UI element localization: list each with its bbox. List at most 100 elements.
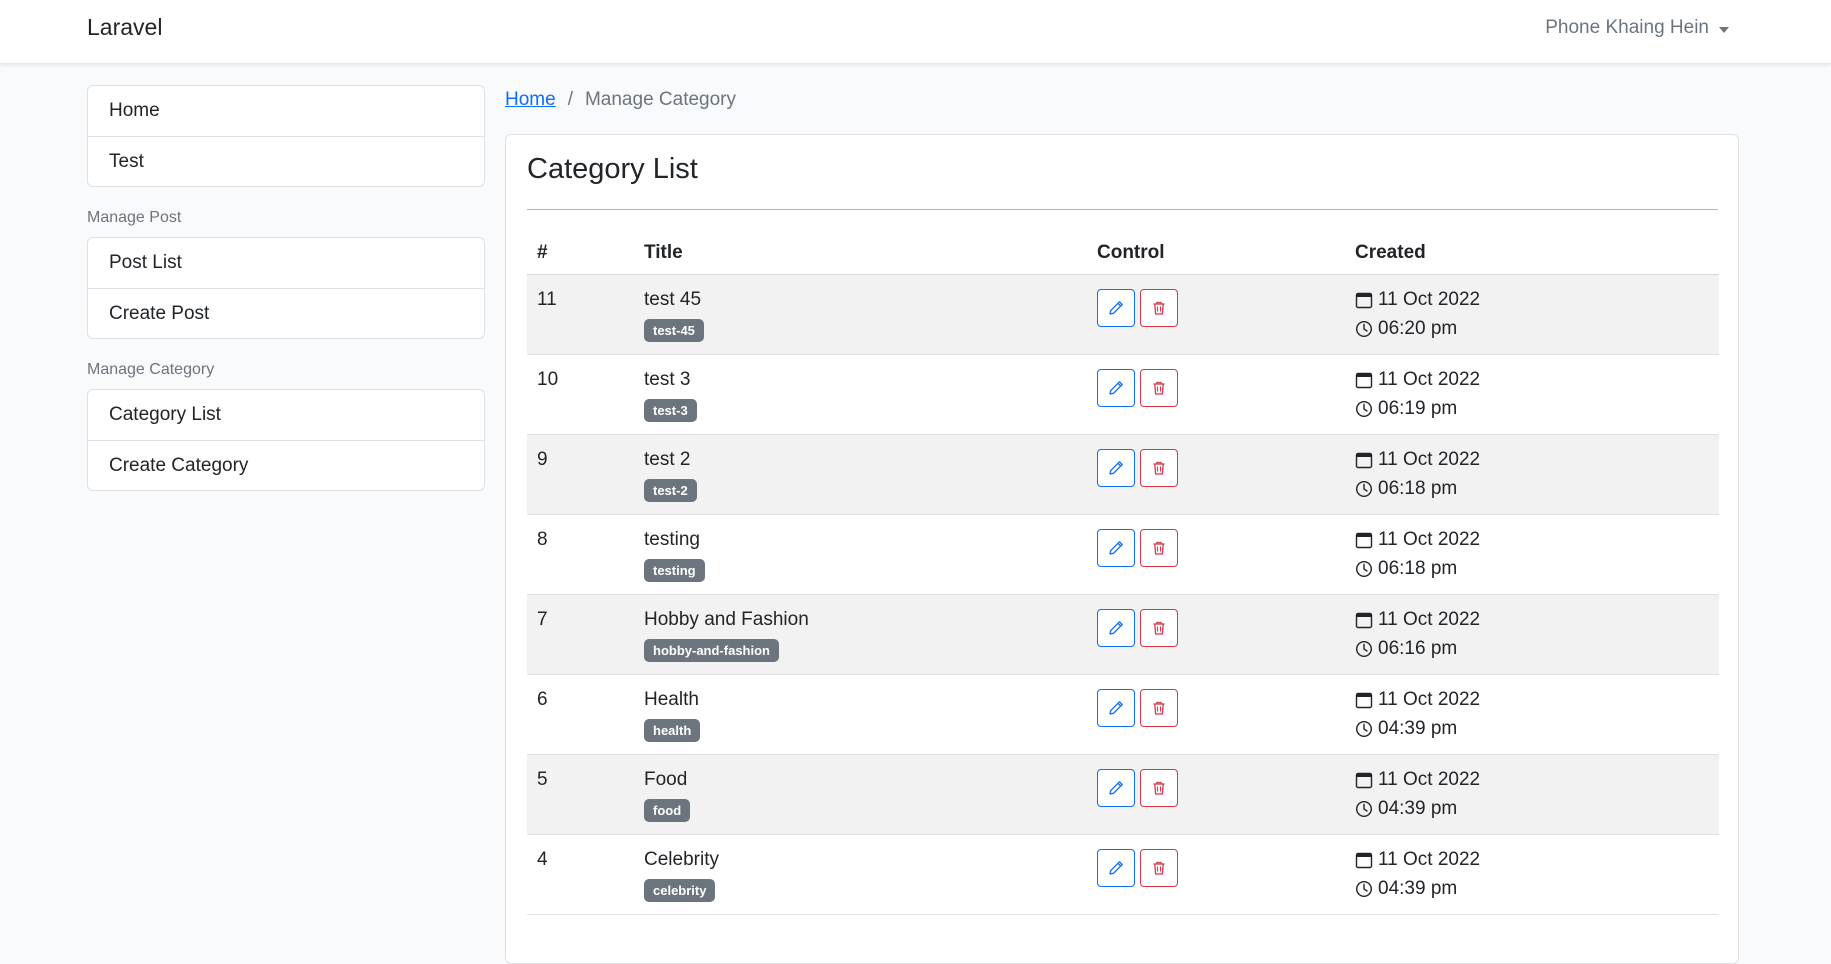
trash-icon — [1153, 861, 1165, 875]
clock-icon — [1355, 560, 1373, 577]
sidebar: Home Test Manage Post Post List Create P… — [87, 85, 485, 491]
edit-button[interactable] — [1097, 369, 1135, 407]
created-time: 06:18 pm — [1378, 558, 1458, 579]
main-content: Home / Manage Category Category List # T… — [505, 85, 1739, 964]
edit-button[interactable] — [1097, 529, 1135, 567]
row-title: test 2 — [644, 449, 691, 470]
sidebar-item-category-list[interactable]: Category List — [88, 390, 484, 440]
row-created-cell: 11 Oct 2022 06:20 pm — [1345, 274, 1719, 355]
breadcrumb: Home / Manage Category — [505, 85, 1739, 115]
calendar-icon — [1355, 532, 1373, 548]
delete-button[interactable] — [1140, 689, 1178, 727]
table-row: 11 test 45 test-45 11 Oct 2022 06:20 pm — [527, 274, 1719, 355]
row-control-cell — [1087, 274, 1345, 355]
row-title-cell: Hobby and Fashion hobby-and-fashion — [634, 594, 1087, 675]
delete-button[interactable] — [1140, 769, 1178, 807]
delete-button[interactable] — [1140, 609, 1178, 647]
column-header-number: # — [527, 231, 634, 275]
pencil-icon — [1109, 781, 1123, 795]
table-header-row: # Title Control Created — [527, 231, 1719, 275]
slug-badge: test-3 — [644, 399, 697, 422]
created-time: 06:16 pm — [1378, 638, 1458, 659]
row-title: Health — [644, 689, 699, 710]
delete-button[interactable] — [1140, 529, 1178, 567]
column-header-title: Title — [634, 231, 1087, 275]
caret-down-icon — [1719, 26, 1729, 33]
created-time: 04:39 pm — [1378, 878, 1458, 899]
trash-icon — [1153, 461, 1165, 475]
user-dropdown[interactable]: Phone Khaing Hein — [1545, 17, 1729, 39]
created-date: 11 Oct 2022 — [1378, 689, 1481, 710]
sidebar-item-create-post[interactable]: Create Post — [88, 288, 484, 338]
calendar-icon — [1355, 372, 1373, 388]
table-row: 4 Celebrity celebrity 11 Oct 2022 04:39 … — [527, 834, 1719, 915]
row-title-cell: Health health — [634, 674, 1087, 755]
row-title-cell: test 3 test-3 — [634, 354, 1087, 435]
column-header-control: Control — [1087, 231, 1345, 275]
table-row: 10 test 3 test-3 11 Oct 2022 06:19 pm — [527, 354, 1719, 435]
row-control-cell — [1087, 754, 1345, 835]
pencil-icon — [1109, 461, 1123, 475]
row-title: testing — [644, 529, 700, 550]
pencil-icon — [1109, 701, 1123, 715]
delete-button[interactable] — [1140, 369, 1178, 407]
clock-icon — [1355, 880, 1373, 897]
card-title: Category List — [527, 153, 698, 185]
sidebar-post-group: Post List Create Post — [87, 237, 485, 339]
sidebar-item-post-list[interactable]: Post List — [88, 238, 484, 288]
row-id: 9 — [527, 434, 634, 515]
pencil-icon — [1109, 621, 1123, 635]
delete-button[interactable] — [1140, 849, 1178, 887]
edit-button[interactable] — [1097, 769, 1135, 807]
created-date: 11 Oct 2022 — [1378, 529, 1481, 550]
row-created-cell: 11 Oct 2022 04:39 pm — [1345, 674, 1719, 755]
sidebar-item-home[interactable]: Home — [88, 86, 484, 136]
created-time: 04:39 pm — [1378, 718, 1458, 739]
table-row: 8 testing testing 11 Oct 2022 06:18 pm — [527, 514, 1719, 595]
pencil-icon — [1109, 541, 1123, 555]
slug-badge: food — [644, 799, 691, 822]
slug-badge: hobby-and-fashion — [644, 639, 779, 662]
calendar-icon — [1355, 612, 1373, 628]
category-list-card: Category List # Title Control Created 11… — [505, 134, 1739, 964]
row-control-cell — [1087, 674, 1345, 755]
delete-button[interactable] — [1140, 449, 1178, 487]
breadcrumb-home-link[interactable]: Home — [505, 89, 556, 111]
row-created-cell: 11 Oct 2022 04:39 pm — [1345, 754, 1719, 835]
calendar-icon — [1355, 692, 1373, 708]
edit-button[interactable] — [1097, 849, 1135, 887]
sidebar-top-group: Home Test — [87, 85, 485, 187]
trash-icon — [1153, 541, 1165, 555]
row-title-cell: testing testing — [634, 514, 1087, 595]
row-title: Celebrity — [644, 849, 719, 870]
sidebar-item-create-category[interactable]: Create Category — [88, 440, 484, 490]
row-control-cell — [1087, 834, 1345, 915]
created-date: 11 Oct 2022 — [1378, 369, 1481, 390]
row-created-cell: 11 Oct 2022 06:18 pm — [1345, 514, 1719, 595]
row-control-cell — [1087, 594, 1345, 675]
created-date: 11 Oct 2022 — [1378, 849, 1481, 870]
table-row: 9 test 2 test-2 11 Oct 2022 06:18 pm — [527, 434, 1719, 515]
row-title-cell: Celebrity celebrity — [634, 834, 1087, 915]
edit-button[interactable] — [1097, 449, 1135, 487]
edit-button[interactable] — [1097, 689, 1135, 727]
edit-button[interactable] — [1097, 609, 1135, 647]
row-control-cell — [1087, 354, 1345, 435]
slug-badge: test-45 — [644, 319, 704, 342]
sidebar-item-test[interactable]: Test — [88, 136, 484, 186]
sidebar-category-group: Category List Create Category — [87, 389, 485, 491]
edit-button[interactable] — [1097, 289, 1135, 327]
row-title-cell: Food food — [634, 754, 1087, 835]
row-title-cell: test 2 test-2 — [634, 434, 1087, 515]
table-row: 7 Hobby and Fashion hobby-and-fashion 11… — [527, 594, 1719, 675]
row-created-cell: 11 Oct 2022 06:16 pm — [1345, 594, 1719, 675]
created-time: 04:39 pm — [1378, 798, 1458, 819]
trash-icon — [1153, 621, 1165, 635]
row-created-cell: 11 Oct 2022 06:18 pm — [1345, 434, 1719, 515]
brand-link[interactable]: Laravel — [87, 14, 162, 41]
row-control-cell — [1087, 434, 1345, 515]
delete-button[interactable] — [1140, 289, 1178, 327]
row-id: 7 — [527, 594, 634, 675]
pencil-icon — [1109, 381, 1123, 395]
row-title: test 3 — [644, 369, 691, 390]
